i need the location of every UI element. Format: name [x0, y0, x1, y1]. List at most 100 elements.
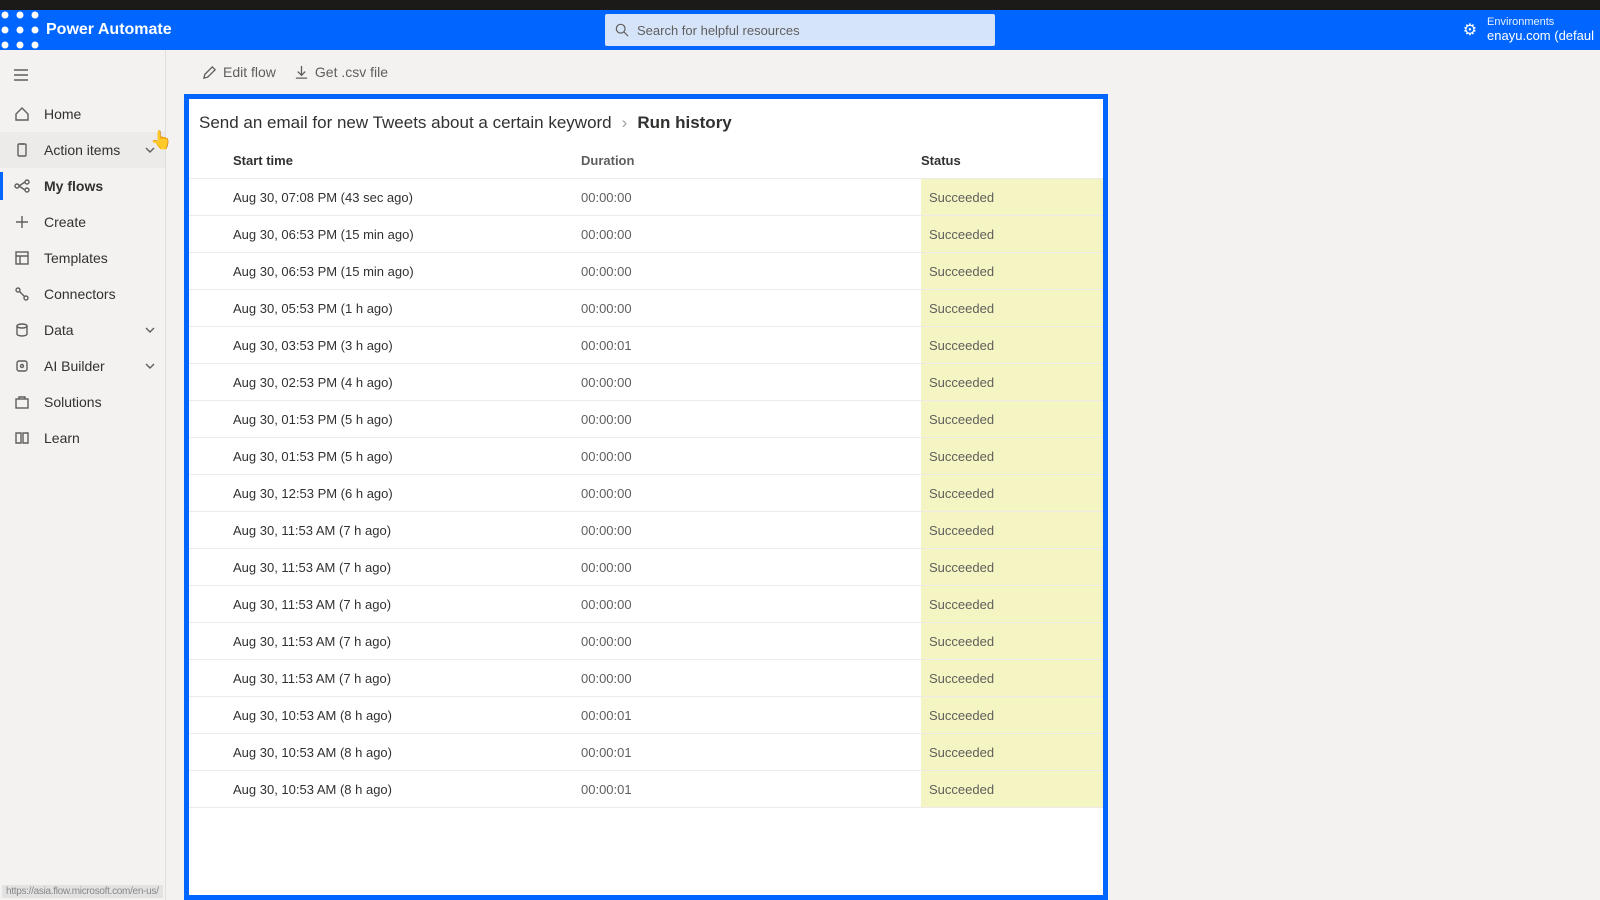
- sidebar-item-connectors[interactable]: Connectors: [0, 276, 165, 312]
- cell-status: Succeeded: [921, 586, 1103, 622]
- table-row[interactable]: Aug 30, 10:53 AM (8 h ago)00:00:01Succee…: [189, 697, 1103, 734]
- cell-status: Succeeded: [921, 771, 1103, 807]
- search-input[interactable]: [637, 23, 985, 38]
- cell-duration: 00:00:01: [581, 708, 921, 723]
- table-row[interactable]: Aug 30, 01:53 PM (5 h ago)00:00:00Succee…: [189, 401, 1103, 438]
- table-row[interactable]: Aug 30, 11:53 AM (7 h ago)00:00:00Succee…: [189, 623, 1103, 660]
- sidebar-item-templates[interactable]: Templates: [0, 240, 165, 276]
- cell-status: Succeeded: [921, 623, 1103, 659]
- cell-start-time: Aug 30, 10:53 AM (8 h ago): [233, 782, 581, 797]
- table-row[interactable]: Aug 30, 03:53 PM (3 h ago)00:00:01Succee…: [189, 327, 1103, 364]
- template-icon: [14, 250, 30, 266]
- col-header-duration[interactable]: Duration: [581, 153, 921, 168]
- sidebar-item-label: Solutions: [44, 394, 102, 410]
- cell-status: Succeeded: [921, 438, 1103, 474]
- sidebar-item-label: Data: [44, 322, 74, 338]
- breadcrumb: Send an email for new Tweets about a cer…: [189, 99, 1103, 143]
- cell-start-time: Aug 30, 10:53 AM (8 h ago): [233, 745, 581, 760]
- sidebar-item-solutions[interactable]: Solutions: [0, 384, 165, 420]
- browser-url-hint: https://asia.flow.microsoft.com/en-us/: [2, 885, 163, 898]
- chevron-down-icon: [145, 145, 155, 155]
- sidebar-item-label: My flows: [44, 178, 103, 194]
- cell-status: Succeeded: [921, 327, 1103, 363]
- cell-status: Succeeded: [921, 290, 1103, 326]
- table-row[interactable]: Aug 30, 07:08 PM (43 sec ago)00:00:00Suc…: [189, 179, 1103, 216]
- cell-start-time: Aug 30, 06:53 PM (15 min ago): [233, 227, 581, 242]
- download-icon: [294, 65, 309, 80]
- table-row[interactable]: Aug 30, 01:53 PM (5 h ago)00:00:00Succee…: [189, 438, 1103, 475]
- sidebar-item-ai-builder[interactable]: AI Builder: [0, 348, 165, 384]
- collapse-nav-button[interactable]: [0, 54, 42, 96]
- cell-duration: 00:00:00: [581, 264, 921, 279]
- cell-status: Succeeded: [921, 475, 1103, 511]
- table-row[interactable]: Aug 30, 11:53 AM (7 h ago)00:00:00Succee…: [189, 549, 1103, 586]
- breadcrumb-parent[interactable]: Send an email for new Tweets about a cer…: [199, 113, 612, 133]
- cell-start-time: Aug 30, 06:53 PM (15 min ago): [233, 264, 581, 279]
- sidebar-item-create[interactable]: Create: [0, 204, 165, 240]
- app-title: Power Automate: [46, 21, 172, 39]
- cell-duration: 00:00:00: [581, 523, 921, 538]
- edit-icon: [202, 65, 217, 80]
- table-row[interactable]: Aug 30, 11:53 AM (7 h ago)00:00:00Succee…: [189, 586, 1103, 623]
- environment-picker[interactable]: ⚙ Environments enayu.com (defaul: [1463, 16, 1600, 44]
- cell-start-time: Aug 30, 01:53 PM (5 h ago): [233, 412, 581, 427]
- app-header: Power Automate ⚙ Environments enayu.com …: [0, 10, 1600, 50]
- cell-start-time: Aug 30, 05:53 PM (1 h ago): [233, 301, 581, 316]
- table-row[interactable]: Aug 30, 06:53 PM (15 min ago)00:00:00Suc…: [189, 253, 1103, 290]
- table-row[interactable]: Aug 30, 06:53 PM (15 min ago)00:00:00Suc…: [189, 216, 1103, 253]
- cell-status: Succeeded: [921, 216, 1103, 252]
- table-row[interactable]: Aug 30, 11:53 AM (7 h ago)00:00:00Succee…: [189, 660, 1103, 697]
- cell-start-time: Aug 30, 11:53 AM (7 h ago): [233, 523, 581, 538]
- sidebar-item-data[interactable]: Data: [0, 312, 165, 348]
- page-toolbar: Edit flow Get .csv file: [166, 50, 1600, 94]
- col-header-start[interactable]: Start time: [233, 153, 581, 168]
- sidebar-item-home[interactable]: Home: [0, 96, 165, 132]
- chevron-down-icon: [145, 325, 155, 335]
- cell-status: Succeeded: [921, 549, 1103, 585]
- cell-duration: 00:00:00: [581, 634, 921, 649]
- sidebar-item-my-flows[interactable]: My flows: [0, 168, 165, 204]
- plus-icon: [14, 214, 30, 230]
- col-header-status[interactable]: Status: [921, 153, 1103, 168]
- edit-flow-label: Edit flow: [223, 64, 276, 80]
- cell-start-time: Aug 30, 02:53 PM (4 h ago): [233, 375, 581, 390]
- table-row[interactable]: Aug 30, 05:53 PM (1 h ago)00:00:00Succee…: [189, 290, 1103, 327]
- cell-status: Succeeded: [921, 660, 1103, 696]
- cell-status: Succeeded: [921, 512, 1103, 548]
- data-icon: [14, 322, 30, 338]
- table-row[interactable]: Aug 30, 12:53 PM (6 h ago)00:00:00Succee…: [189, 475, 1103, 512]
- breadcrumb-current: Run history: [637, 113, 731, 133]
- sidebar-item-label: Learn: [44, 430, 80, 446]
- sidebar-item-label: Home: [44, 106, 81, 122]
- cell-status: Succeeded: [921, 734, 1103, 770]
- table-row[interactable]: Aug 30, 02:53 PM (4 h ago)00:00:00Succee…: [189, 364, 1103, 401]
- sidebar-item-action-items[interactable]: Action items: [0, 132, 165, 168]
- sidebar-item-label: Create: [44, 214, 86, 230]
- cell-start-time: Aug 30, 11:53 AM (7 h ago): [233, 597, 581, 612]
- global-search[interactable]: [605, 14, 995, 46]
- sidebar-item-learn[interactable]: Learn: [0, 420, 165, 456]
- sidebar-item-label: Templates: [44, 250, 108, 266]
- environment-icon: ⚙: [1463, 20, 1477, 40]
- highlighted-panel: Send an email for new Tweets about a cer…: [184, 94, 1108, 900]
- cell-status: Succeeded: [921, 179, 1103, 215]
- cell-start-time: Aug 30, 11:53 AM (7 h ago): [233, 560, 581, 575]
- app-launcher-button[interactable]: [0, 10, 40, 50]
- clipboard-icon: [14, 142, 30, 158]
- table-row[interactable]: Aug 30, 11:53 AM (7 h ago)00:00:00Succee…: [189, 512, 1103, 549]
- cell-start-time: Aug 30, 11:53 AM (7 h ago): [233, 671, 581, 686]
- cell-duration: 00:00:01: [581, 338, 921, 353]
- cell-start-time: Aug 30, 12:53 PM (6 h ago): [233, 486, 581, 501]
- cell-duration: 00:00:00: [581, 190, 921, 205]
- sidebar-item-label: Connectors: [44, 286, 116, 302]
- ai-icon: [14, 358, 30, 374]
- cell-duration: 00:00:00: [581, 449, 921, 464]
- cell-start-time: Aug 30, 11:53 AM (7 h ago): [233, 634, 581, 649]
- solutions-icon: [14, 394, 30, 410]
- flow-icon: [14, 178, 30, 194]
- cell-duration: 00:00:00: [581, 227, 921, 242]
- get-csv-button[interactable]: Get .csv file: [294, 64, 388, 80]
- edit-flow-button[interactable]: Edit flow: [202, 64, 276, 80]
- table-row[interactable]: Aug 30, 10:53 AM (8 h ago)00:00:01Succee…: [189, 771, 1103, 808]
- table-row[interactable]: Aug 30, 10:53 AM (8 h ago)00:00:01Succee…: [189, 734, 1103, 771]
